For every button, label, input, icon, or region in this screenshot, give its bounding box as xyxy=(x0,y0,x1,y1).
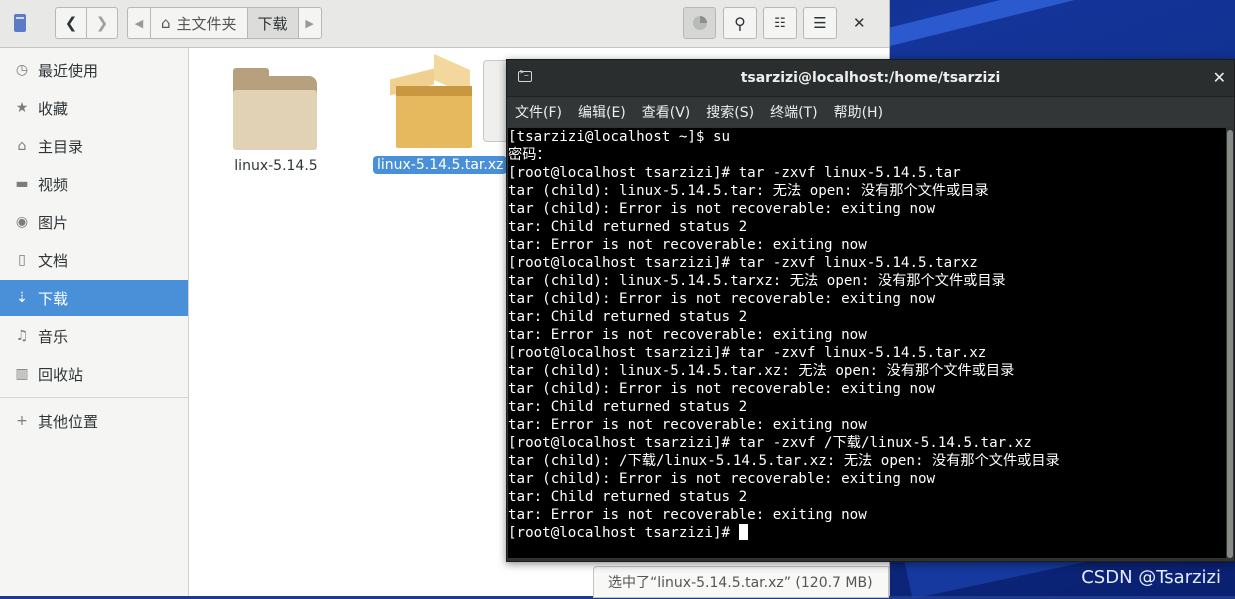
terminal-line: tar (child): /下载/linux-5.14.5.tar.xz: 无法… xyxy=(508,453,1060,469)
terminal-line: tar (child): linux-5.14.5.tar.xz: 无法 ope… xyxy=(508,363,1015,379)
watermark: CSDN @Tsarzizi xyxy=(1081,567,1221,588)
menu-terminal[interactable]: 终端(T) xyxy=(770,102,817,122)
path-segment-home[interactable]: ⌂ 主文件夹 xyxy=(150,7,248,39)
close-icon: ✕ xyxy=(853,14,866,32)
terminal-line: tar (child): Error is not recoverable: e… xyxy=(508,381,936,397)
terminal-output[interactable]: [tsarzizi@localhost ~]$ su 密码： [root@local… xyxy=(508,128,1226,558)
view-toggle-button[interactable]: ☷ xyxy=(763,7,797,39)
music-icon: ♫ xyxy=(15,328,29,344)
search-button[interactable]: ⚲ xyxy=(723,7,757,39)
path-segment-downloads[interactable]: 下载 xyxy=(246,7,299,39)
search-icon: ⚲ xyxy=(734,13,746,33)
hamburger-menu-icon: ☰ xyxy=(813,14,827,32)
terminal-line: [root@localhost tsarzizi]# tar -zxvf lin… xyxy=(508,255,978,271)
menu-edit[interactable]: 编辑(E) xyxy=(578,102,626,122)
selection-status-bar: 选中了“linux-5.14.5.tar.xz” (120.7 MB) xyxy=(593,566,889,598)
list-view-icon: ☷ xyxy=(774,15,786,31)
folder-icon[interactable] xyxy=(233,68,317,150)
breadcrumb: ◀ ⌂ 主文件夹 下载 ▶ xyxy=(127,7,322,39)
document-icon: ▯ xyxy=(18,252,26,268)
terminal-line: tar: Child returned status 2 xyxy=(508,219,748,235)
terminal-prompt-line: [root@localhost tsarzizi]# xyxy=(508,524,1226,542)
terminal-line: tar (child): Error is not recoverable: e… xyxy=(508,201,936,217)
terminal-close-button[interactable]: ✕ xyxy=(1213,68,1226,87)
terminal-line: [root@localhost tsarzizi]# tar -zxvf lin… xyxy=(508,165,961,181)
chevron-right-icon: ❯ xyxy=(95,14,109,32)
close-window-button[interactable]: ✕ xyxy=(853,14,866,32)
star-icon: ★ xyxy=(15,100,29,116)
terminal-cursor xyxy=(738,524,748,540)
sidebar-item-videos[interactable]: ▬ 视频 xyxy=(0,166,188,202)
sidebar-divider xyxy=(0,397,188,398)
camera-icon: ◉ xyxy=(15,214,29,230)
terminal-icon xyxy=(518,68,532,82)
video-icon: ▬ xyxy=(15,176,29,192)
terminal-line: tar: Error is not recoverable: exiting n… xyxy=(508,507,867,523)
menu-search[interactable]: 搜索(S) xyxy=(706,102,754,122)
terminal-line: tar (child): Error is not recoverable: e… xyxy=(508,291,936,307)
file-name[interactable]: linux-5.14.5 xyxy=(229,158,323,174)
terminal-line: tar: Child returned status 2 xyxy=(508,399,748,415)
terminal-scrollbar[interactable] xyxy=(1226,128,1234,561)
terminal-line: tar: Error is not recoverable: exiting n… xyxy=(508,417,867,433)
terminal-line: tar: Child returned status 2 xyxy=(508,309,748,325)
sidebar-item-music[interactable]: ♫ 音乐 xyxy=(0,318,188,354)
terminal-line: tar: Error is not recoverable: exiting n… xyxy=(508,327,867,343)
sidebar-item-starred[interactable]: ★ 收藏 xyxy=(0,90,188,126)
terminal-window: tsarzizi@localhost:/home/tsarzizi ✕ 文件(F… xyxy=(506,59,1235,562)
sidebar-item-recent[interactable]: ◷ 最近使用 xyxy=(0,52,188,88)
operations-button[interactable] xyxy=(683,7,716,39)
terminal-line: tar (child): Error is not recoverable: e… xyxy=(508,471,936,487)
plus-icon: + xyxy=(16,413,28,429)
terminal-line: tar: Child returned status 2 xyxy=(508,489,748,505)
menu-view[interactable]: 查看(V) xyxy=(642,102,691,122)
home-icon: ⌂ xyxy=(17,138,27,154)
terminal-line: tar (child): linux-5.14.5.tar: 无法 open: … xyxy=(508,183,989,199)
terminal-line: [tsarzizi@localhost ~]$ su xyxy=(508,129,731,145)
forward-button[interactable]: ❯ xyxy=(86,7,118,39)
terminal-title: tsarzizi@localhost:/home/tsarzizi xyxy=(740,70,1001,86)
terminal-line: [root@localhost tsarzizi]# tar -zxvf lin… xyxy=(508,345,987,361)
path-scroll-left-button[interactable]: ◀ xyxy=(127,7,151,39)
sidebar-item-documents[interactable]: ▯ 文档 xyxy=(0,242,188,278)
terminal-menubar: 文件(F) 编辑(E) 查看(V) 搜索(S) 终端(T) 帮助(H) xyxy=(507,97,1234,127)
terminal-line: 密码： xyxy=(508,147,551,163)
sidebar-item-trash[interactable]: ▥ 回收站 xyxy=(0,356,188,392)
terminal-line: tar (child): linux-5.14.5.tarxz: 无法 open… xyxy=(508,273,1006,289)
menu-file[interactable]: 文件(F) xyxy=(515,102,562,122)
back-button[interactable]: ❮ xyxy=(55,7,87,39)
sidebar-item-pictures[interactable]: ◉ 图片 xyxy=(0,204,188,240)
sidebar-item-home[interactable]: ⌂ 主目录 xyxy=(0,128,188,164)
places-sidebar: ◷ 最近使用 ★ 收藏 ⌂ 主目录 ▬ 视频 ◉ 图片 ▯ 文档 ⇣ 下载 ♫ xyxy=(0,48,189,596)
clock-icon: ◷ xyxy=(15,62,29,78)
terminal-prompt: [root@localhost tsarzizi]# xyxy=(508,525,739,541)
terminal-line: [root@localhost tsarzizi]# tar -zxvf /下载… xyxy=(508,435,1032,451)
menu-button[interactable]: ☰ xyxy=(803,7,837,39)
desktop-stripe xyxy=(880,0,1235,48)
file-manager-headerbar: ❮ ❯ ◀ ⌂ 主文件夹 下载 ▶ ⚲ ☷ ☰ ✕ xyxy=(0,0,889,48)
terminal-line: tar: Error is not recoverable: exiting n… xyxy=(508,237,867,253)
chevron-left-icon: ❮ xyxy=(64,14,78,32)
path-scroll-right-button[interactable]: ▶ xyxy=(297,7,322,39)
download-icon: ⇣ xyxy=(16,290,28,306)
home-icon: ⌂ xyxy=(161,14,171,32)
archive-package-icon[interactable] xyxy=(390,53,474,150)
sidebar-item-other-locations[interactable]: + 其他位置 xyxy=(0,403,188,439)
trash-icon: ▥ xyxy=(15,366,29,382)
sidebar-item-downloads[interactable]: ⇣ 下载 xyxy=(0,280,188,316)
menu-help[interactable]: 帮助(H) xyxy=(834,102,883,122)
drive-icon xyxy=(14,14,26,32)
progress-pie-icon xyxy=(692,16,707,30)
terminal-titlebar[interactable]: tsarzizi@localhost:/home/tsarzizi ✕ xyxy=(507,60,1234,97)
file-name-selected[interactable]: linux-5.14.5.tar.xz xyxy=(373,156,508,174)
